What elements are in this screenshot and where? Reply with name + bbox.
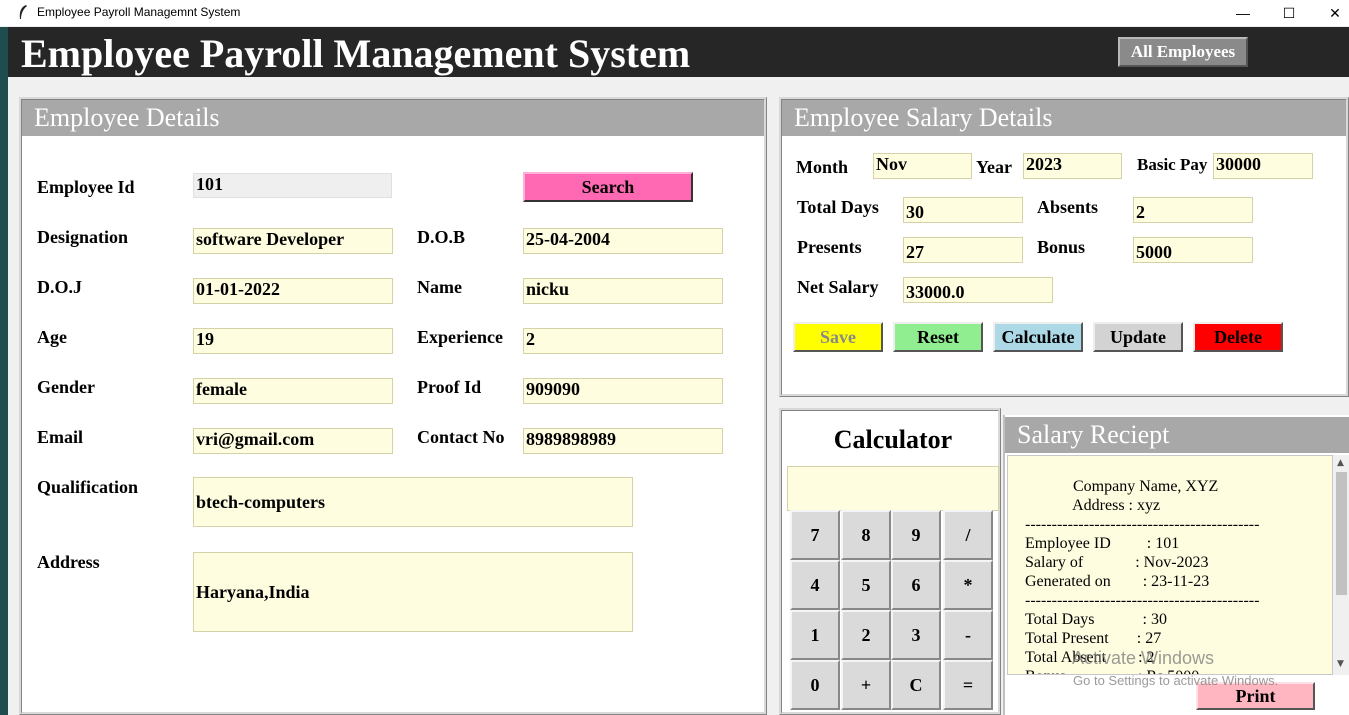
doj-field[interactable]: 01-01-2022 [193,278,393,304]
designation-label: Designation [37,227,129,247]
gender-field[interactable]: female [193,378,393,404]
age-field[interactable]: 19 [193,328,393,354]
calc-key-0[interactable]: 0 [790,660,840,710]
minimize-button[interactable]: — [1220,0,1266,26]
basic-pay-field[interactable]: 30000 [1213,153,1313,179]
calc-key-3[interactable]: 3 [891,610,941,660]
calc-key-subtract[interactable]: - [943,610,993,660]
reset-button[interactable]: Reset [893,322,983,352]
qualification-label: Qualification [37,477,139,497]
calc-key-9[interactable]: 9 [891,510,941,560]
scrollbar-thumb[interactable] [1336,472,1347,595]
receipt-text-area[interactable]: Company Name, XYZ Address : xyz --------… [1007,455,1333,675]
month-label: Month [796,157,849,177]
all-employees-button[interactable]: All Employees [1118,37,1248,67]
activate-windows-hint: Go to Settings to activate Windows. [1073,673,1279,688]
dob-field[interactable]: 25-04-2004 [523,228,723,254]
calculator-display[interactable] [787,466,999,511]
address-textarea[interactable]: Haryana,India [193,552,633,632]
employee-id-label: Employee Id [37,177,135,197]
email-field[interactable]: vri@gmail.com [193,428,393,454]
app-title: Employee Payroll Management System [21,31,691,76]
salary-receipt-heading: Salary Reciept [1005,417,1349,453]
bonus-label: Bonus [1037,237,1086,257]
year-field[interactable]: 2023 [1023,153,1122,179]
maximize-button[interactable]: ☐ [1266,0,1312,26]
left-edge-strip [0,27,8,715]
contact-no-label: Contact No [417,427,505,447]
update-button[interactable]: Update [1093,322,1183,352]
month-field[interactable]: Nov [873,153,972,179]
dob-label: D.O.B [417,227,466,247]
address-label: Address [37,552,100,572]
proof-id-field[interactable]: 909090 [523,378,723,404]
calculate-button[interactable]: Calculate [993,322,1083,352]
name-label: Name [417,277,462,297]
year-label: Year [976,157,1012,177]
app-header: Employee Payroll Management System All E… [8,27,1349,77]
calc-key-1[interactable]: 1 [790,610,840,660]
save-button[interactable]: Save [793,322,883,352]
experience-label: Experience [417,327,503,347]
calc-key-add[interactable]: + [841,660,891,710]
qualification-textarea[interactable]: btech-computers [193,477,633,527]
scroll-down-icon[interactable]: ▼ [1337,659,1344,669]
total-days-field[interactable]: 30 [903,197,1023,223]
doj-label: D.O.J [37,277,82,297]
calc-key-divide[interactable]: / [943,510,993,560]
calc-key-8[interactable]: 8 [841,510,891,560]
search-button[interactable]: Search [523,172,693,202]
presents-field[interactable]: 27 [903,237,1023,263]
calc-key-equals[interactable]: = [943,660,993,710]
bonus-field[interactable]: 5000 [1133,237,1253,263]
calc-key-2[interactable]: 2 [841,610,891,660]
total-days-label: Total Days [797,197,879,217]
calc-key-4[interactable]: 4 [790,560,840,610]
name-field[interactable]: nicku [523,278,723,304]
presents-label: Presents [797,237,862,257]
email-label: Email [37,427,84,447]
employee-details-heading: Employee Details [22,100,764,136]
absents-field[interactable]: 2 [1133,197,1253,223]
window-title: Employee Payroll Managemnt System [37,5,241,19]
gender-label: Gender [37,377,95,397]
calc-key-multiply[interactable]: * [943,560,993,610]
receipt-scrollbar[interactable]: ▲ ▼ [1333,455,1349,675]
experience-field[interactable]: 2 [523,328,723,354]
basic-pay-label: Basic Pay [1137,155,1208,174]
proof-id-label: Proof Id [417,377,482,397]
net-salary-field[interactable]: 33000.0 [903,277,1053,303]
salary-details-heading: Employee Salary Details [782,100,1346,136]
delete-button[interactable]: Delete [1193,322,1283,352]
calc-key-clear[interactable]: C [891,660,941,710]
employee-id-field[interactable]: 101 [193,173,392,198]
scroll-up-icon[interactable]: ▲ [1337,458,1344,468]
close-button[interactable]: ✕ [1312,0,1349,26]
window-titlebar: Employee Payroll Managemnt System — ☐ ✕ [0,0,1349,26]
designation-field[interactable]: software Developer [193,228,393,254]
feather-icon [19,5,27,19]
calc-key-6[interactable]: 6 [891,560,941,610]
contact-no-field[interactable]: 8989898989 [523,428,723,454]
calc-key-5[interactable]: 5 [841,560,891,610]
net-salary-label: Net Salary [797,277,879,297]
calculator-heading: Calculator [833,425,953,454]
absents-label: Absents [1037,197,1099,217]
activate-windows-watermark: Activate Windows [1072,648,1215,668]
calc-key-7[interactable]: 7 [790,510,840,560]
receipt-text: Company Name, XYZ Address : xyz --------… [1025,478,1260,674]
age-label: Age [37,327,67,347]
